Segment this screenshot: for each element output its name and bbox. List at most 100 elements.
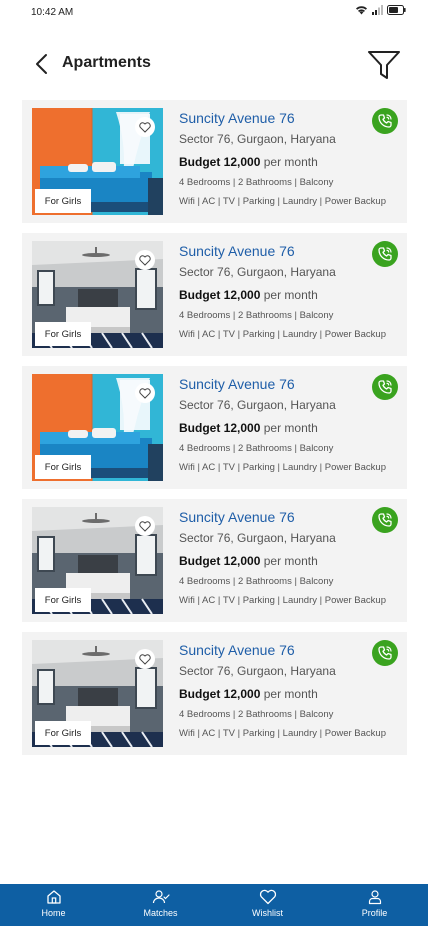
phone-icon [378, 513, 392, 527]
listing-amenities: Wifi | AC | TV | Parking | Laundry | Pow… [179, 728, 386, 739]
audience-tag: For Girls [35, 455, 91, 479]
listing-card[interactable]: For Girls Suncity Avenue 76 Sector 76, G… [22, 233, 407, 356]
budget-unit: per month [263, 288, 318, 302]
audience-tag: For Girls [35, 721, 91, 745]
audience-tag: For Girls [35, 322, 91, 346]
filter-button[interactable] [366, 48, 402, 82]
listing-image[interactable]: For Girls [32, 241, 163, 348]
status-icons [355, 5, 406, 15]
heart-icon [139, 387, 151, 399]
listing-image[interactable]: For Girls [32, 374, 163, 481]
phone-icon [378, 247, 392, 261]
home-icon [46, 890, 61, 904]
wishlist-button[interactable] [135, 383, 155, 403]
listing-card[interactable]: For Girls Suncity Avenue 76 Sector 76, G… [22, 499, 407, 622]
budget-unit: per month [263, 155, 318, 169]
heart-icon [139, 121, 151, 133]
listing-rooms: 4 Bedrooms | 2 Bathrooms | Balcony [179, 709, 334, 720]
budget-amount: Budget 12,000 [179, 554, 261, 568]
listing-budget: Budget 12,000 per month [179, 687, 399, 702]
listing-title[interactable]: Suncity Avenue 76 [179, 376, 399, 393]
budget-unit: per month [263, 421, 318, 435]
listing-info: Suncity Avenue 76 Sector 76, Gurgaon, Ha… [179, 376, 399, 474]
listing-image[interactable]: For Girls [32, 108, 163, 215]
header: Apartments [0, 40, 428, 90]
wishlist-button[interactable] [135, 516, 155, 536]
listing-address: Sector 76, Gurgaon, Haryana [179, 132, 336, 146]
heart-icon [139, 254, 151, 266]
listing-budget: Budget 12,000 per month [179, 554, 399, 569]
listing-rooms: 4 Bedrooms | 2 Bathrooms | Balcony [179, 310, 334, 321]
call-button[interactable] [372, 374, 398, 400]
phone-icon [378, 380, 392, 394]
heart-icon [139, 520, 151, 532]
nav-label-matches: Matches [143, 908, 178, 918]
phone-icon [378, 646, 392, 660]
back-button[interactable] [28, 51, 54, 77]
call-button[interactable] [372, 507, 398, 533]
budget-amount: Budget 12,000 [179, 288, 261, 302]
status-time: 10:42 AM [31, 7, 74, 18]
battery-icon [387, 5, 406, 15]
wishlist-button[interactable] [135, 117, 155, 137]
listing-amenities: Wifi | AC | TV | Parking | Laundry | Pow… [179, 196, 386, 207]
listing-amenities: Wifi | AC | TV | Parking | Laundry | Pow… [179, 462, 386, 473]
listing-title[interactable]: Suncity Avenue 76 [179, 509, 399, 526]
bottom-nav: Home Matches Wishlist Profile [0, 884, 428, 926]
listing-card[interactable]: For Girls Suncity Avenue 76 Sector 76, G… [22, 100, 407, 223]
signal-icon [372, 5, 383, 15]
listing-rooms: 4 Bedrooms | 2 Bathrooms | Balcony [179, 443, 334, 454]
listing-address: Sector 76, Gurgaon, Haryana [179, 398, 336, 412]
chevron-left-icon [36, 54, 47, 74]
nav-item-wishlist[interactable]: Wishlist [214, 884, 321, 926]
call-button[interactable] [372, 108, 398, 134]
nav-item-profile[interactable]: Profile [321, 884, 428, 926]
listing-image[interactable]: For Girls [32, 507, 163, 614]
heart-icon [139, 653, 151, 665]
listing-amenities: Wifi | AC | TV | Parking | Laundry | Pow… [179, 595, 386, 606]
budget-unit: per month [263, 687, 318, 701]
budget-amount: Budget 12,000 [179, 421, 261, 435]
nav-item-matches[interactable]: Matches [107, 884, 214, 926]
wifi-icon [356, 6, 367, 15]
listing-info: Suncity Avenue 76 Sector 76, Gurgaon, Ha… [179, 243, 399, 341]
listing-amenities: Wifi | AC | TV | Parking | Laundry | Pow… [179, 329, 386, 340]
page-title: Apartments [62, 54, 151, 71]
listing-title[interactable]: Suncity Avenue 76 [179, 642, 399, 659]
nav-label-wishlist: Wishlist [252, 908, 283, 918]
listing-address: Sector 76, Gurgaon, Haryana [179, 265, 336, 279]
audience-tag: For Girls [35, 189, 91, 213]
listing-budget: Budget 12,000 per month [179, 421, 399, 436]
budget-amount: Budget 12,000 [179, 155, 261, 169]
budget-unit: per month [263, 554, 318, 568]
listing-card[interactable]: For Girls Suncity Avenue 76 Sector 76, G… [22, 366, 407, 489]
phone-icon [378, 114, 392, 128]
nav-label-home: Home [41, 908, 66, 918]
listing-info: Suncity Avenue 76 Sector 76, Gurgaon, Ha… [179, 509, 399, 607]
call-button[interactable] [372, 241, 398, 267]
listing-rooms: 4 Bedrooms | 2 Bathrooms | Balcony [179, 177, 334, 188]
listing-budget: Budget 12,000 per month [179, 155, 399, 170]
nav-label-profile: Profile [361, 908, 388, 918]
listing-title[interactable]: Suncity Avenue 76 [179, 110, 399, 127]
listing-address: Sector 76, Gurgaon, Haryana [179, 664, 336, 678]
wishlist-button[interactable] [135, 250, 155, 270]
profile-icon [368, 890, 381, 905]
listing-address: Sector 76, Gurgaon, Haryana [179, 531, 336, 545]
listing-rooms: 4 Bedrooms | 2 Bathrooms | Balcony [179, 576, 334, 587]
listing-info: Suncity Avenue 76 Sector 76, Gurgaon, Ha… [179, 110, 399, 208]
listings: For Girls Suncity Avenue 76 Sector 76, G… [22, 100, 407, 765]
nav-item-home[interactable]: Home [0, 884, 107, 926]
listing-image[interactable]: For Girls [32, 640, 163, 747]
call-button[interactable] [372, 640, 398, 666]
status-bar: 10:42 AM [0, 0, 428, 26]
audience-tag: For Girls [35, 588, 91, 612]
listing-budget: Budget 12,000 per month [179, 288, 399, 303]
listing-info: Suncity Avenue 76 Sector 76, Gurgaon, Ha… [179, 642, 399, 740]
matches-icon [152, 890, 170, 904]
listing-title[interactable]: Suncity Avenue 76 [179, 243, 399, 260]
budget-amount: Budget 12,000 [179, 687, 261, 701]
listing-card[interactable]: For Girls Suncity Avenue 76 Sector 76, G… [22, 632, 407, 755]
heart-icon [259, 889, 276, 905]
wishlist-button[interactable] [135, 649, 155, 669]
